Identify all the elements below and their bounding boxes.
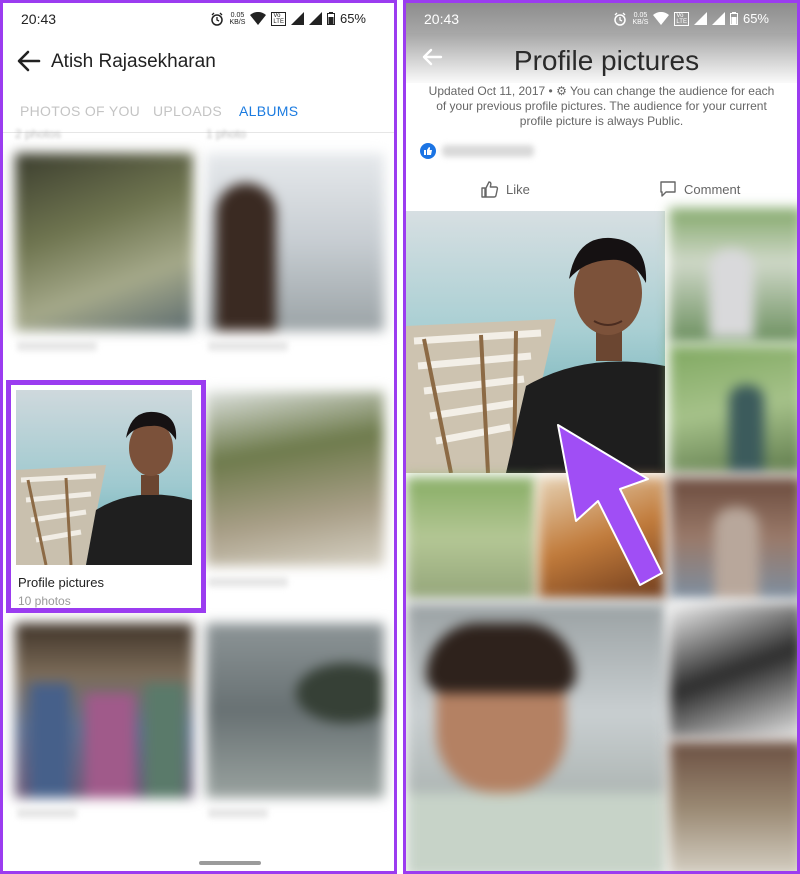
album-header: Profile pictures [406,33,797,83]
signal-icon-2 [308,12,322,25]
album-caption-blurred [208,808,268,818]
status-time: 20:43 [424,11,460,27]
photo-thumbnail[interactable] [669,477,797,599]
album-caption-blurred [17,341,97,351]
comment-button[interactable]: Comment [658,179,740,199]
album-caption-blurred [208,577,288,587]
tab-albums[interactable]: ALBUMS [239,103,298,119]
status-icons: 0.05 KB/S Vo LTE 65% [210,11,366,26]
album-thumbnail[interactable] [15,153,193,331]
profile-header: Atish Rajasekharan [3,37,394,89]
tab-photos-of-you[interactable]: PHOTOS OF YOU [20,103,140,119]
comment-label: Comment [684,181,741,197]
like-label: Like [506,181,530,197]
alarm-icon [211,12,224,26]
album-thumbnail[interactable] [206,391,384,566]
photo-thumbnail[interactable] [669,208,797,343]
signal-icon [290,12,304,25]
album-name: Profile pictures [18,575,104,590]
reactions-row[interactable] [420,143,534,159]
like-button[interactable]: Like [480,179,530,199]
status-bar: 20:43 0.05 KB/S Vo LTE 65% [3,3,394,35]
net-speed-unit: KB/S [229,18,246,26]
status-icons: 0.05 KB/S Vo LTE 65% [613,11,769,26]
profile-photo-image [16,390,192,565]
album-profile-pictures[interactable]: Profile pictures 10 photos [6,380,206,613]
album-thumbnail[interactable] [206,153,384,331]
pointer-arrow-icon [557,424,663,586]
album-caption-blurred [208,341,288,351]
volte-badge: Vo LTE [271,11,286,26]
album-count-partial: 2 photos [15,127,62,141]
net-speed-value: 0.05 [633,11,648,19]
album-photo-count: 10 photos [18,594,71,608]
volte-badge: Vo LTE [674,11,689,26]
photo-thumbnail[interactable] [669,741,797,871]
like-badge-icon [420,143,436,159]
wifi-icon [653,12,670,25]
album-thumbnail[interactable] [206,623,384,798]
signal-icon-2 [711,12,725,25]
album-count-partial: 1 photo [206,127,247,141]
album-description: Updated Oct 11, 2017 • ⚙ You can change … [428,84,775,128]
albums-screen: 20:43 0.05 KB/S Vo LTE 65% Atish Rajasekha… [0,0,397,874]
back-arrow-icon[interactable] [15,47,43,75]
status-time: 20:43 [21,11,57,27]
tab-uploads[interactable]: UPLOADS [153,103,222,119]
alarm-icon [614,12,627,26]
album-title: Profile pictures [513,45,700,76]
home-indicator [199,861,261,865]
net-speed: 0.05 KB/S [632,12,648,26]
battery-icon [729,12,738,25]
battery-percent: 65% [742,11,769,26]
status-bar: 20:43 0.05 KB/S Vo LTE 65% [406,3,797,35]
tabs-divider [3,132,394,133]
album-caption-blurred [17,808,77,818]
signal-icon [693,12,707,25]
profile-pictures-album-screen: 20:43 0.05 KB/S Vo LTE 65% Profile picture… [403,0,800,874]
wifi-icon [250,12,267,25]
photo-thumbnail[interactable] [669,345,797,473]
battery-icon [326,12,335,25]
album-cover-photo [16,390,192,565]
photo-thumbnail[interactable] [669,603,797,738]
photo-tabs: PHOTOS OF YOU UPLOADS ALBUMS [3,99,394,135]
thumbs-up-icon [481,181,499,198]
net-speed-value: 0.05 [230,11,245,19]
battery-percent: 65% [339,11,366,26]
comment-icon [660,181,676,197]
post-actions: Like Comment [406,175,797,207]
photo-thumbnail[interactable] [406,477,536,599]
profile-name: Atish Rajasekharan [51,51,216,72]
photo-thumbnail[interactable] [406,603,666,871]
net-speed-unit: KB/S [632,18,649,26]
net-speed: 0.05 KB/S [229,12,245,26]
lte-label: LTE [676,18,687,25]
reaction-names-blurred [442,145,534,157]
lte-label: LTE [273,18,284,25]
album-thumbnail[interactable] [15,623,193,798]
